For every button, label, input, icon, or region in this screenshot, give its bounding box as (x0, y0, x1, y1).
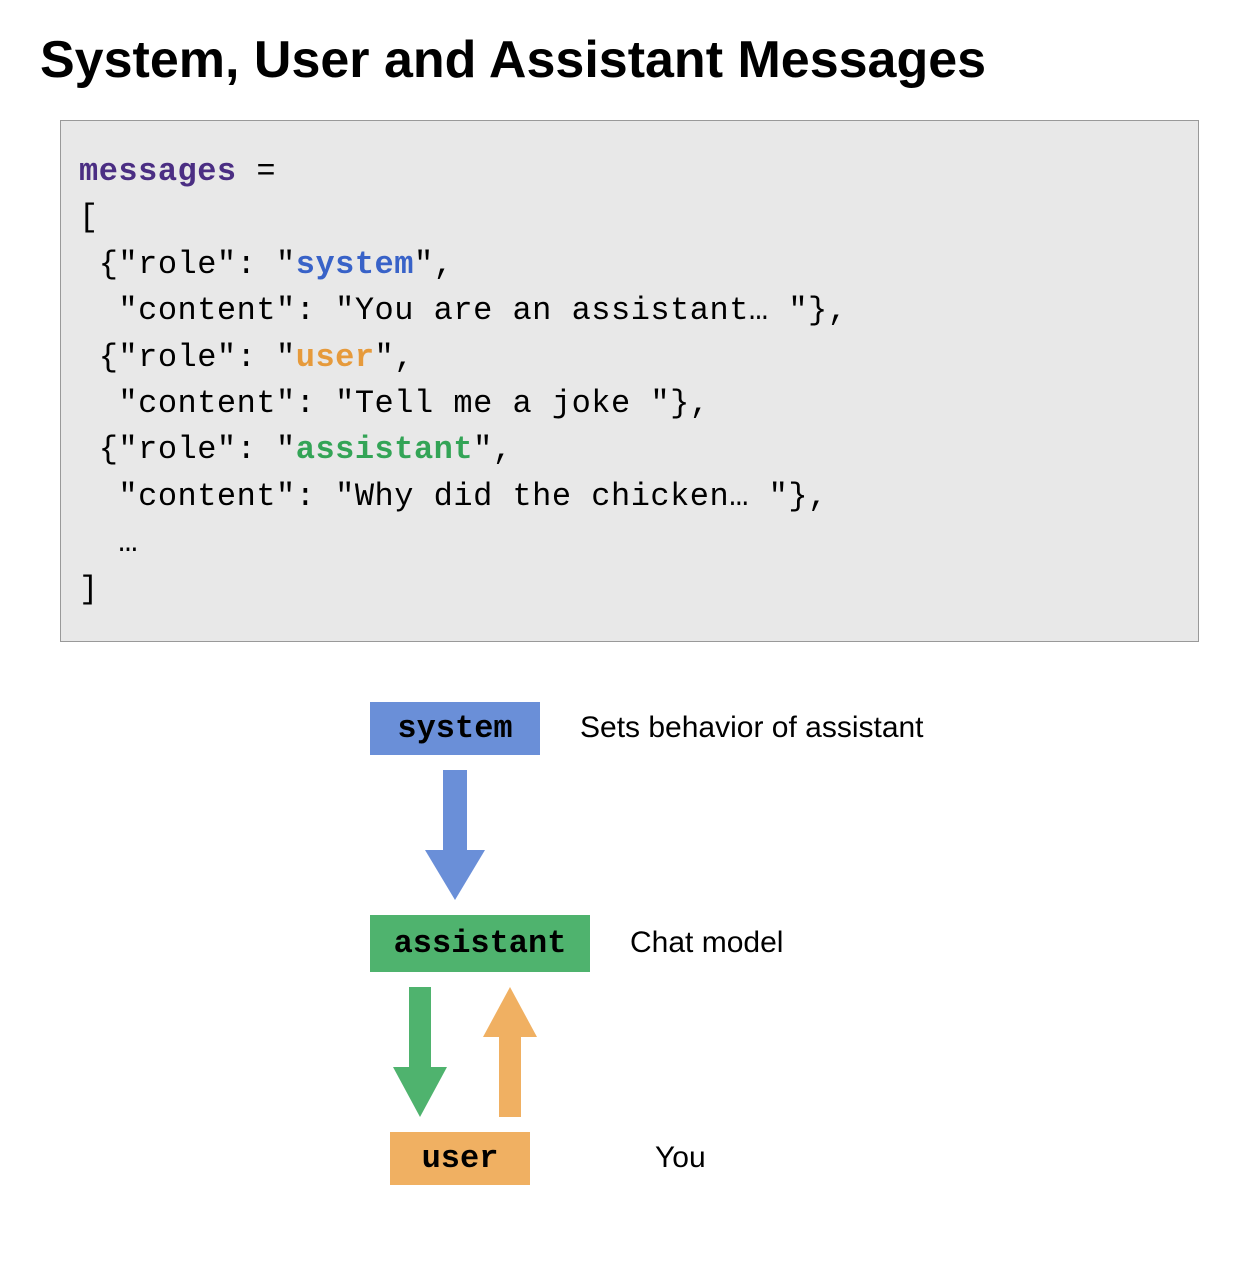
code-block: messages = [ {"role": "system", "content… (60, 120, 1199, 642)
arrow-assistant-user-pair (385, 987, 545, 1117)
code-close-bracket: ] (79, 567, 1180, 613)
role-system: system (296, 246, 414, 283)
row-assistant: assistant Chat model (370, 915, 783, 972)
user-desc: You (655, 1141, 706, 1175)
code-equals: = (237, 153, 276, 190)
code-entry-1-content: "content": "Tell me a joke "}, (79, 381, 1180, 427)
row-system: system Sets behavior of assistant (370, 702, 924, 755)
role-user: user (296, 339, 375, 376)
system-box: system (370, 702, 540, 755)
assistant-box: assistant (370, 915, 590, 972)
code-entry-0-content: "content": "You are an assistant… "}, (79, 288, 1180, 334)
flow-diagram: system Sets behavior of assistant assist… (370, 702, 1219, 1185)
assistant-desc: Chat model (630, 926, 783, 960)
code-entry-2: {"role": "assistant", (79, 427, 1180, 473)
page-title: System, User and Assistant Messages (40, 30, 1219, 90)
arrow-system-to-assistant (415, 770, 495, 900)
arrow-down-icon (415, 770, 495, 900)
arrow-up-orange-icon (475, 987, 545, 1117)
user-box: user (390, 1132, 530, 1185)
code-open-bracket: [ (79, 195, 1180, 241)
code-entry-2-content: "content": "Why did the chicken… "}, (79, 474, 1180, 520)
role-assistant: assistant (296, 431, 473, 468)
code-entry-0: {"role": "system", (79, 242, 1180, 288)
system-desc: Sets behavior of assistant (580, 711, 924, 745)
code-varname: messages (79, 153, 237, 190)
code-entry-1: {"role": "user", (79, 335, 1180, 381)
code-ellipsis: … (79, 520, 1180, 566)
row-user: user You (390, 1132, 706, 1185)
arrow-down-green-icon (385, 987, 455, 1117)
